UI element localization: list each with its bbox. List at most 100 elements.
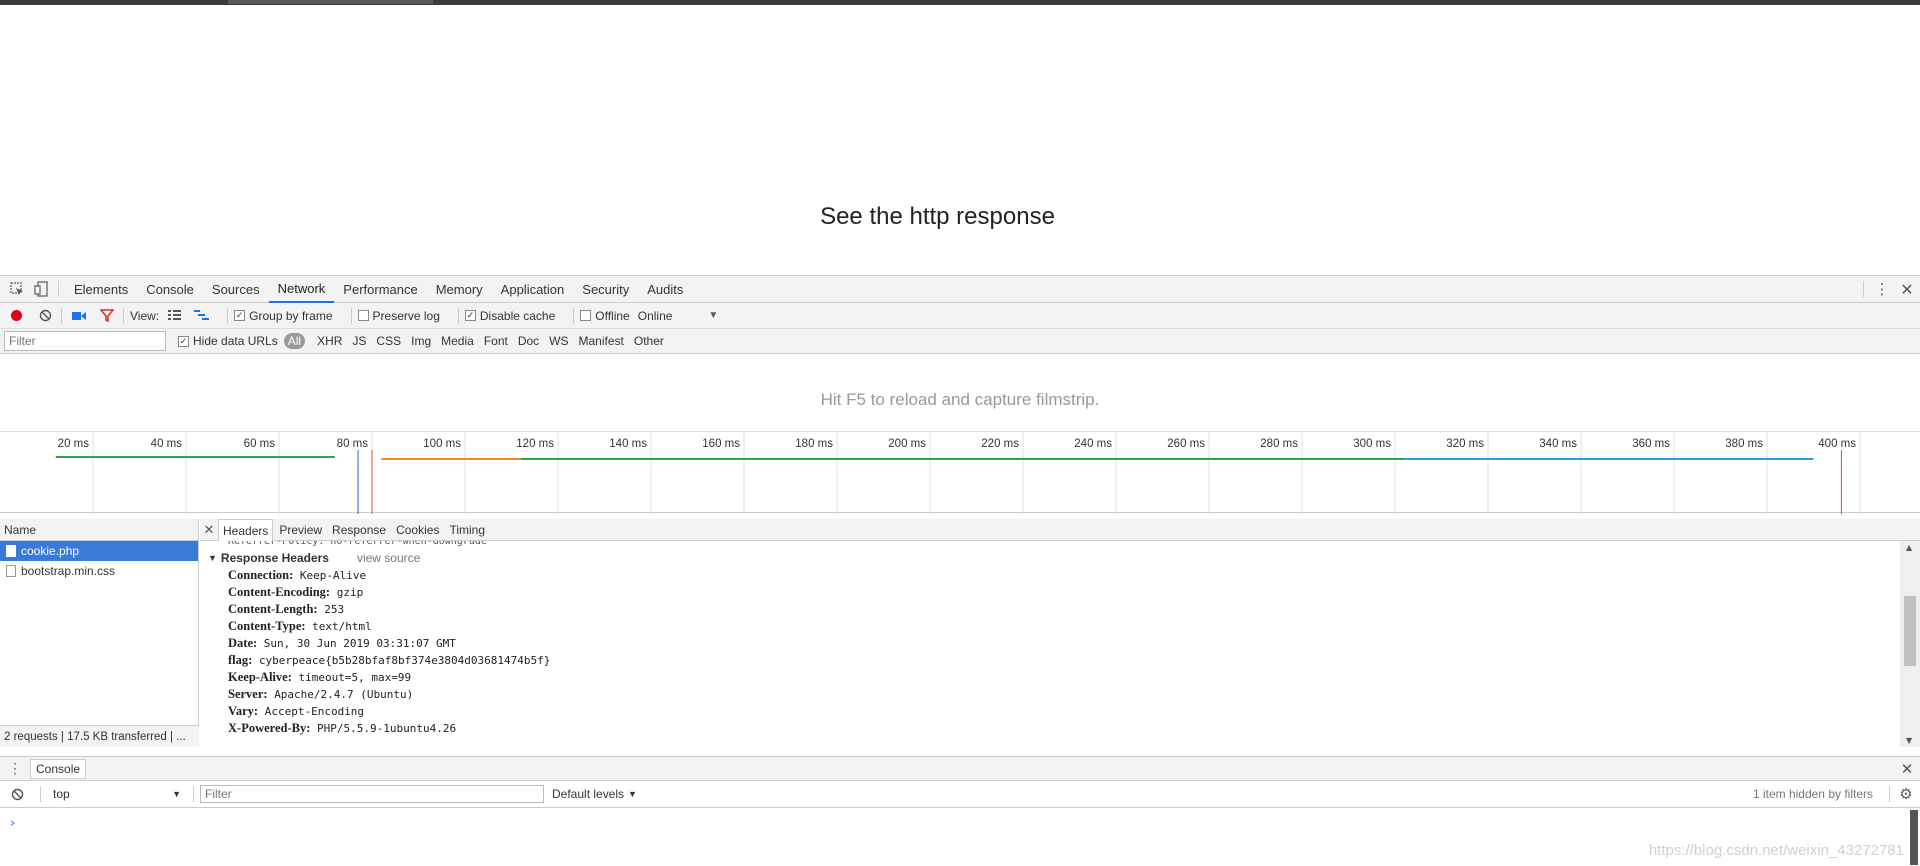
devtools-main-tabs: Elements Console Sources Network Performance… <box>0 276 1920 303</box>
timeline-overview-svg: 20 ms 40 ms 60 ms 80 ms 100 ms 120 ms 140 ms 16… <box>55 432 1861 514</box>
log-levels-select[interactable]: Default levels <box>552 787 624 801</box>
detail-tab-list: Headers Preview Response Cookies Timing <box>218 518 491 541</box>
filter-type-manifest[interactable]: Manifest <box>579 334 624 348</box>
devtools-panel: Elements Console Sources Network Performance… <box>0 275 1920 866</box>
detail-tab-timing[interactable]: Timing <box>445 519 489 541</box>
tab-console[interactable]: Console <box>137 276 203 303</box>
waterfall-overview-icon[interactable] <box>193 310 209 321</box>
tab-performance[interactable]: Performance <box>334 276 426 303</box>
filter-type-media[interactable]: Media <box>441 334 474 348</box>
detail-tab-cookies[interactable]: Cookies <box>392 519 443 541</box>
close-drawer-icon[interactable]: ✕ <box>1894 760 1920 778</box>
header-value: text/html <box>312 620 372 633</box>
filter-type-js[interactable]: JS <box>352 334 366 348</box>
filter-type-img[interactable]: Img <box>411 334 431 348</box>
filter-type-other[interactable]: Other <box>634 334 664 348</box>
view-source-link[interactable]: view source <box>357 551 420 565</box>
offline-checkbox[interactable]: Offline <box>580 309 630 323</box>
filter-type-xhr[interactable]: XHR <box>317 334 342 348</box>
toolbar-divider <box>1863 281 1864 297</box>
gear-icon[interactable]: ⚙ <box>1896 785 1916 803</box>
header-name: X-Powered-By: <box>228 721 311 735</box>
header-row: flag: cyberpeace{b5b28bfaf8bf374e3804d03… <box>200 652 1900 669</box>
header-name: Content-Type: <box>228 619 306 633</box>
preserve-log-checkbox[interactable]: Preserve log <box>357 309 440 323</box>
scrollbar-thumb[interactable] <box>1904 596 1916 666</box>
tab-application[interactable]: Application <box>492 276 574 303</box>
header-value: Sun, 30 Jun 2019 03:31:07 GMT <box>263 637 456 650</box>
filter-type-ws[interactable]: WS <box>549 334 568 348</box>
request-rows: cookie.php bootstrap.min.css <box>0 541 198 581</box>
detail-scrollbar[interactable]: ▲ ▼ <box>1900 541 1920 747</box>
detail-tab-response[interactable]: Response <box>328 519 390 541</box>
console-output[interactable]: › https://blog.csdn.net/weixin_43272781 <box>0 808 1920 866</box>
drawer-menu-icon[interactable]: ⋮ <box>0 760 30 777</box>
section-title: Response Headers <box>220 551 329 565</box>
watermark: https://blog.csdn.net/weixin_43272781 <box>1648 842 1904 859</box>
tab-audits[interactable]: Audits <box>638 276 692 303</box>
tick-label: 280 ms <box>1260 438 1298 450</box>
header-row: Content-Length: 253 <box>200 601 1900 618</box>
timeline-overview[interactable]: 20 ms 40 ms 60 ms 80 ms 100 ms 120 ms 140 ms 16… <box>0 431 1920 514</box>
drawer-tab-console[interactable]: Console <box>30 758 87 779</box>
header-value: 253 <box>324 603 345 616</box>
context-select[interactable]: top ▼ <box>47 785 187 803</box>
tick-label: 300 ms <box>1353 438 1391 450</box>
header-row: Keep-Alive: timeout=5, max=99 <box>200 669 1900 686</box>
disable-cache-label: Disable cache <box>479 308 556 323</box>
tab-sources[interactable]: Sources <box>203 276 269 303</box>
header-row: Connection: Keep-Alive <box>200 567 1900 584</box>
filter-type-doc[interactable]: Doc <box>518 334 539 348</box>
filter-type-all[interactable]: All <box>283 333 306 349</box>
header-row: Date: Sun, 30 Jun 2019 03:31:07 GMT <box>200 635 1900 652</box>
scroll-down-icon[interactable]: ▼ <box>1906 736 1912 745</box>
request-row[interactable]: bootstrap.min.css <box>0 561 198 581</box>
request-row[interactable]: cookie.php <box>0 541 198 561</box>
inspect-element-icon[interactable] <box>4 282 30 296</box>
group-by-frame-checkbox[interactable]: ✓ Group by frame <box>234 309 333 323</box>
console-scrollbar[interactable] <box>1908 808 1920 866</box>
network-filter-input[interactable] <box>4 331 166 351</box>
console-filter-input[interactable] <box>200 785 544 803</box>
record-icon[interactable] <box>9 309 23 322</box>
detail-tab-preview[interactable]: Preview <box>275 519 326 541</box>
response-headers-section[interactable]: ▼ Response Headers view source <box>200 549 1900 567</box>
browser-tab-indicator[interactable] <box>228 0 433 4</box>
header-value: cyberpeace{b5b28bfaf8bf374e3804d03681474… <box>258 654 551 667</box>
disable-cache-checkbox[interactable]: ✓ Disable cache <box>464 308 556 323</box>
clear-console-icon[interactable] <box>10 788 24 801</box>
chevron-down-icon[interactable]: ▼ <box>708 310 718 321</box>
request-detail: ✕ Headers Preview Response Cookies Timing Re… <box>200 518 1920 747</box>
checkbox-checked-icon: ✓ <box>464 310 476 321</box>
detail-tab-headers[interactable]: Headers <box>218 518 274 541</box>
triangle-down-icon[interactable]: ▼ <box>208 553 217 563</box>
console-prompt-icon: › <box>10 816 16 831</box>
tab-network[interactable]: Network <box>268 276 335 303</box>
header-name: Connection: <box>228 568 294 582</box>
capture-screenshots-icon[interactable] <box>72 311 86 321</box>
scroll-up-icon[interactable]: ▲ <box>1906 543 1912 552</box>
filter-icon[interactable] <box>99 309 115 322</box>
header-name: flag: <box>228 653 253 667</box>
hide-data-urls-checkbox[interactable]: ✓ Hide data URLs <box>178 334 278 348</box>
clear-icon[interactable] <box>38 309 52 322</box>
header-row: Server: Apache/2.4.7 (Ubuntu) <box>200 686 1900 703</box>
filter-type-css[interactable]: CSS <box>376 334 401 348</box>
tab-elements[interactable]: Elements <box>65 276 137 303</box>
header-value: Keep-Alive <box>299 569 367 582</box>
filter-type-font[interactable]: Font <box>484 334 508 348</box>
header-name: Vary: <box>228 704 259 718</box>
header-name: Date: <box>228 636 258 650</box>
name-column-header[interactable]: Name <box>0 519 198 541</box>
more-options-icon[interactable]: ⋮ <box>1870 280 1894 298</box>
scrollbar-thumb[interactable] <box>1910 810 1918 865</box>
close-devtools-icon[interactable]: ✕ <box>1894 280 1920 299</box>
tab-security[interactable]: Security <box>573 276 638 303</box>
chevron-down-icon[interactable]: ▼ <box>628 789 637 799</box>
large-rows-icon[interactable] <box>167 310 181 321</box>
header-row: Content-Encoding: gzip <box>200 584 1900 601</box>
throttling-select[interactable]: Online <box>638 309 673 323</box>
tab-memory[interactable]: Memory <box>427 276 492 303</box>
close-detail-icon[interactable]: ✕ <box>200 522 218 538</box>
device-toolbar-icon[interactable] <box>30 281 52 297</box>
